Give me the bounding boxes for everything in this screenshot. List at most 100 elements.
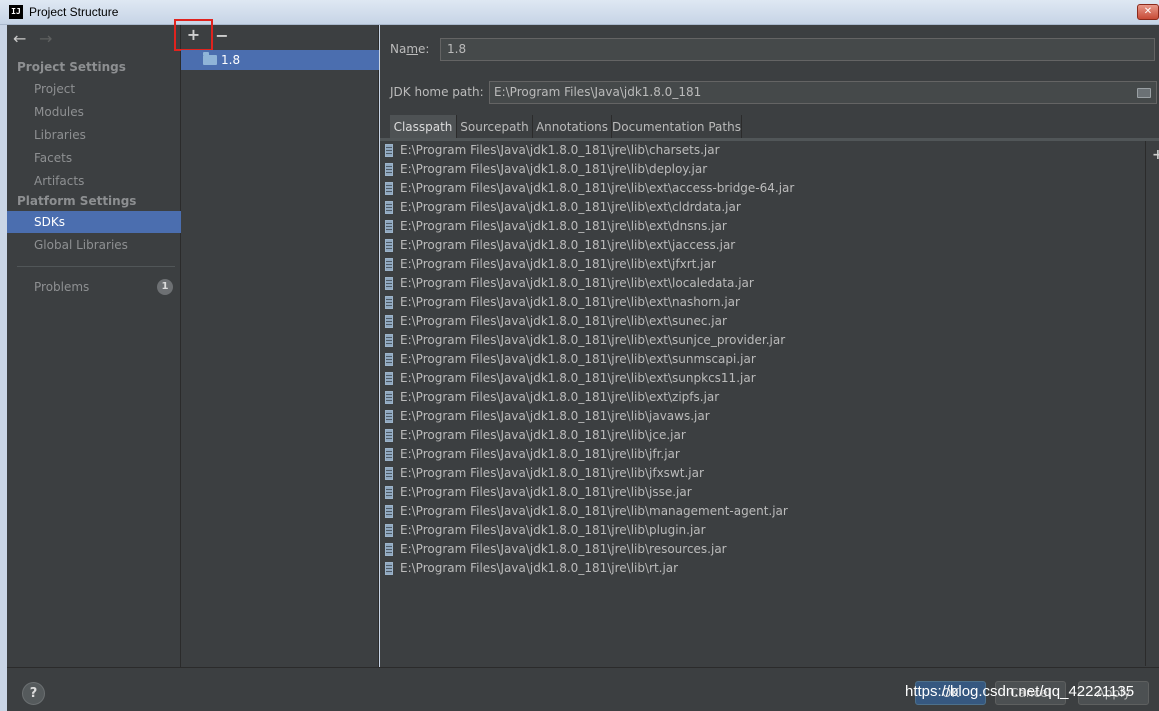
jar-icon xyxy=(385,448,393,461)
sidebar-item-artifacts[interactable]: Artifacts xyxy=(7,170,181,192)
tab-annotations[interactable]: Annotations xyxy=(533,115,612,139)
sdk-list-item[interactable]: 1.8 xyxy=(181,50,379,70)
sdk-detail-panel: Name: 1.8 JDK home path: E:\Program File… xyxy=(380,25,1159,667)
list-item[interactable]: E:\Program Files\Java\jdk1.8.0_181\jre\l… xyxy=(380,559,1145,578)
platform-settings-header: Platform Settings xyxy=(17,194,137,208)
list-item[interactable]: E:\Program Files\Java\jdk1.8.0_181\jre\l… xyxy=(380,160,1145,179)
classpath-entry-text: E:\Program Files\Java\jdk1.8.0_181\jre\l… xyxy=(400,162,708,176)
classpath-entry-text: E:\Program Files\Java\jdk1.8.0_181\jre\l… xyxy=(400,523,706,537)
list-item[interactable]: E:\Program Files\Java\jdk1.8.0_181\jre\l… xyxy=(380,540,1145,559)
list-item[interactable]: E:\Program Files\Java\jdk1.8.0_181\jre\l… xyxy=(380,217,1145,236)
list-item[interactable]: E:\Program Files\Java\jdk1.8.0_181\jre\l… xyxy=(380,179,1145,198)
sdk-list-panel: + − 1.8 xyxy=(174,19,379,667)
list-item[interactable]: E:\Program Files\Java\jdk1.8.0_181\jre\l… xyxy=(380,502,1145,521)
tab-sourcepath[interactable]: Sourcepath xyxy=(457,115,533,139)
tab-documentation-paths[interactable]: Documentation Paths xyxy=(612,115,742,139)
add-sdk-button[interactable]: + xyxy=(174,19,213,51)
jar-icon xyxy=(385,277,393,290)
jar-icon xyxy=(385,201,393,214)
list-item[interactable]: E:\Program Files\Java\jdk1.8.0_181\jre\l… xyxy=(380,274,1145,293)
classpath-entry-text: E:\Program Files\Java\jdk1.8.0_181\jre\l… xyxy=(400,200,741,214)
classpath-entry-text: E:\Program Files\Java\jdk1.8.0_181\jre\l… xyxy=(400,390,720,404)
list-item[interactable]: E:\Program Files\Java\jdk1.8.0_181\jre\l… xyxy=(380,141,1145,160)
list-item[interactable]: E:\Program Files\Java\jdk1.8.0_181\jre\l… xyxy=(380,312,1145,331)
list-item[interactable]: E:\Program Files\Java\jdk1.8.0_181\jre\l… xyxy=(380,388,1145,407)
classpath-list[interactable]: E:\Program Files\Java\jdk1.8.0_181\jre\l… xyxy=(380,141,1145,666)
classpath-entry-text: E:\Program Files\Java\jdk1.8.0_181\jre\l… xyxy=(400,504,788,518)
window-title: Project Structure xyxy=(29,5,119,19)
list-item[interactable]: E:\Program Files\Java\jdk1.8.0_181\jre\l… xyxy=(380,426,1145,445)
sidebar-divider xyxy=(17,266,175,267)
sidebar-item-global-libraries[interactable]: Global Libraries xyxy=(7,234,181,256)
sidebar-item-problems[interactable]: Problems xyxy=(7,276,181,298)
classpath-entry-text: E:\Program Files\Java\jdk1.8.0_181\jre\l… xyxy=(400,447,680,461)
sidebar-item-project[interactable]: Project xyxy=(7,78,181,100)
classpath-entry-text: E:\Program Files\Java\jdk1.8.0_181\jre\l… xyxy=(400,219,727,233)
list-toolbar: + xyxy=(1145,141,1159,666)
classpath-entry-text: E:\Program Files\Java\jdk1.8.0_181\jre\l… xyxy=(400,314,727,328)
sdk-name-input[interactable]: 1.8 xyxy=(440,38,1155,61)
jar-icon xyxy=(385,410,393,423)
jar-icon xyxy=(385,429,393,442)
jar-icon xyxy=(385,353,393,366)
help-button[interactable]: ? xyxy=(22,682,45,705)
classpath-entry-text: E:\Program Files\Java\jdk1.8.0_181\jre\l… xyxy=(400,276,754,290)
project-settings-header: Project Settings xyxy=(17,60,126,74)
classpath-entry-text: E:\Program Files\Java\jdk1.8.0_181\jre\l… xyxy=(400,466,704,480)
jar-icon xyxy=(385,524,393,537)
jar-icon xyxy=(385,182,393,195)
sidebar-item-sdks[interactable]: SDKs xyxy=(7,211,181,233)
tab-classpath[interactable]: Classpath xyxy=(390,115,457,139)
watermark-text: https://blog.csdn.net/qq_42221135 xyxy=(905,683,1135,700)
classpath-entry-text: E:\Program Files\Java\jdk1.8.0_181\jre\l… xyxy=(400,257,716,271)
name-label: Name: xyxy=(390,42,430,56)
window-frame xyxy=(0,25,7,711)
sdk-item-label: 1.8 xyxy=(221,53,241,67)
classpath-entry-text: E:\Program Files\Java\jdk1.8.0_181\jre\l… xyxy=(400,181,795,195)
jdk-folder-icon xyxy=(203,52,217,65)
list-item[interactable]: E:\Program Files\Java\jdk1.8.0_181\jre\l… xyxy=(380,198,1145,217)
sidebar: ← → Project Settings Project Modules Lib… xyxy=(7,25,181,667)
list-item[interactable]: E:\Program Files\Java\jdk1.8.0_181\jre\l… xyxy=(380,350,1145,369)
classpath-entry-text: E:\Program Files\Java\jdk1.8.0_181\jre\l… xyxy=(400,333,786,347)
list-item[interactable]: E:\Program Files\Java\jdk1.8.0_181\jre\l… xyxy=(380,331,1145,350)
classpath-entry-text: E:\Program Files\Java\jdk1.8.0_181\jre\l… xyxy=(400,371,756,385)
jar-icon xyxy=(385,391,393,404)
jar-icon xyxy=(385,543,393,556)
jdk-home-path-input[interactable]: E:\Program Files\Java\jdk1.8.0_181 xyxy=(489,81,1157,104)
list-item[interactable]: E:\Program Files\Java\jdk1.8.0_181\jre\l… xyxy=(380,293,1145,312)
jar-icon xyxy=(385,315,393,328)
sidebar-item-facets[interactable]: Facets xyxy=(7,147,181,169)
classpath-entry-text: E:\Program Files\Java\jdk1.8.0_181\jre\l… xyxy=(400,238,736,252)
jar-icon xyxy=(385,239,393,252)
list-item[interactable]: E:\Program Files\Java\jdk1.8.0_181\jre\l… xyxy=(380,407,1145,426)
jar-icon xyxy=(385,505,393,518)
jar-icon xyxy=(385,467,393,480)
list-item[interactable]: E:\Program Files\Java\jdk1.8.0_181\jre\l… xyxy=(380,445,1145,464)
jar-icon xyxy=(385,296,393,309)
list-item[interactable]: E:\Program Files\Java\jdk1.8.0_181\jre\l… xyxy=(380,236,1145,255)
browse-folder-icon[interactable] xyxy=(1137,88,1151,98)
jdk-home-label: JDK home path: xyxy=(390,85,484,99)
remove-sdk-button[interactable]: − xyxy=(215,27,229,45)
list-item[interactable]: E:\Program Files\Java\jdk1.8.0_181\jre\l… xyxy=(380,255,1145,274)
list-item[interactable]: E:\Program Files\Java\jdk1.8.0_181\jre\l… xyxy=(380,369,1145,388)
dialog-footer: ? OK Cancel Apply https://blog.csdn.net/… xyxy=(7,667,1159,711)
classpath-entry-text: E:\Program Files\Java\jdk1.8.0_181\jre\l… xyxy=(400,428,686,442)
jar-icon xyxy=(385,258,393,271)
list-item[interactable]: E:\Program Files\Java\jdk1.8.0_181\jre\l… xyxy=(380,464,1145,483)
sidebar-item-libraries[interactable]: Libraries xyxy=(7,124,181,146)
sidebar-item-modules[interactable]: Modules xyxy=(7,101,181,123)
forward-arrow-icon[interactable]: → xyxy=(39,31,52,47)
jar-icon xyxy=(385,334,393,347)
list-item[interactable]: E:\Program Files\Java\jdk1.8.0_181\jre\l… xyxy=(380,521,1145,540)
jar-icon xyxy=(385,562,393,575)
jar-icon xyxy=(385,220,393,233)
add-path-icon[interactable]: + xyxy=(1152,147,1159,163)
jdk-home-path-value: E:\Program Files\Java\jdk1.8.0_181 xyxy=(494,85,702,99)
back-arrow-icon[interactable]: ← xyxy=(13,31,26,47)
problems-count-badge: 1 xyxy=(157,279,173,295)
classpath-entry-text: E:\Program Files\Java\jdk1.8.0_181\jre\l… xyxy=(400,295,740,309)
close-button[interactable]: ✕ xyxy=(1137,4,1159,20)
list-item[interactable]: E:\Program Files\Java\jdk1.8.0_181\jre\l… xyxy=(380,483,1145,502)
